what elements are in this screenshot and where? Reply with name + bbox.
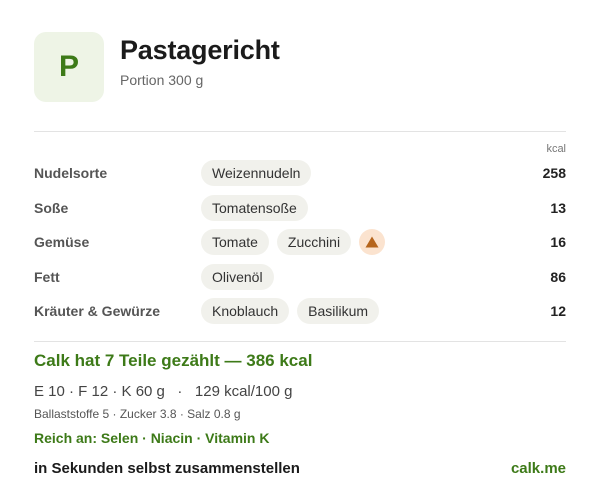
row-kcal: 13 (550, 200, 566, 216)
kcal-column-header: kcal (546, 143, 566, 155)
divider-bottom (34, 341, 566, 342)
ingredient-row-sosse: Soße Tomatensoße 13 (34, 191, 566, 225)
macro-line: E 10 · F 12 · K 60 g · 129 kcal/100 g (34, 383, 293, 400)
ingredient-row-nudelsorte: Nudelsorte Weizennudeln 258 (34, 156, 566, 190)
row-kcal: 86 (550, 269, 566, 285)
ingredient-chip[interactable]: Weizennudeln (201, 160, 312, 186)
site-link[interactable]: calk.me (511, 460, 566, 477)
portion-size: Portion 300 g (120, 72, 204, 88)
row-kcal: 12 (550, 303, 566, 319)
ingredient-chip[interactable]: Basilikum (297, 298, 380, 324)
row-kcal: 16 (550, 234, 566, 250)
row-label: Kräuter & Gewürze (34, 303, 161, 319)
row-label: Nudelsorte (34, 165, 108, 181)
rich-in-line: Reich an: Selen · Niacin · Vitamin K (34, 430, 270, 446)
chip-group: Tomatensoße (201, 195, 308, 221)
recipe-card: P Pastagericht Portion 300 g kcal Nudels… (0, 0, 600, 491)
divider-top (34, 131, 566, 132)
row-kcal: 258 (542, 165, 566, 181)
row-label: Gemüse (34, 234, 90, 250)
recipe-logo: P (34, 32, 104, 102)
chip-group: Knoblauch Basilikum (201, 298, 380, 324)
ingredient-chip[interactable]: Knoblauch (201, 298, 290, 324)
summary-headline: Calk hat 7 Teile gezählt — 386 kcal (34, 351, 313, 370)
logo-letter: P (58, 50, 79, 83)
ingredient-row-gemuese: Gemüse Tomate Zucchini 16 (34, 225, 566, 259)
warning-triangle-glyph (365, 236, 379, 248)
chip-group: Weizennudeln (201, 160, 312, 186)
warning-triangle-icon[interactable] (359, 229, 386, 255)
ingredient-chip[interactable]: Olivenöl (201, 264, 274, 290)
ingredient-chip[interactable]: Tomate (201, 229, 269, 255)
ingredient-row-kraeuter: Kräuter & Gewürze Knoblauch Basilikum 12 (34, 294, 566, 328)
cta-text[interactable]: in Sekunden selbst zusammenstellen (34, 460, 300, 477)
chip-group: Tomate Zucchini (201, 229, 386, 255)
micro-line: Ballaststoffe 5 · Zucker 3.8 · Salz 0.8 … (34, 407, 241, 421)
row-label: Fett (34, 269, 60, 285)
ingredient-chip[interactable]: Tomatensoße (201, 195, 308, 221)
ingredient-chip[interactable]: Zucchini (276, 229, 352, 255)
row-label: Soße (34, 200, 69, 216)
ingredient-row-fett: Fett Olivenöl 86 (34, 260, 566, 294)
chip-group: Olivenöl (201, 264, 274, 290)
recipe-title: Pastagericht (120, 35, 280, 65)
